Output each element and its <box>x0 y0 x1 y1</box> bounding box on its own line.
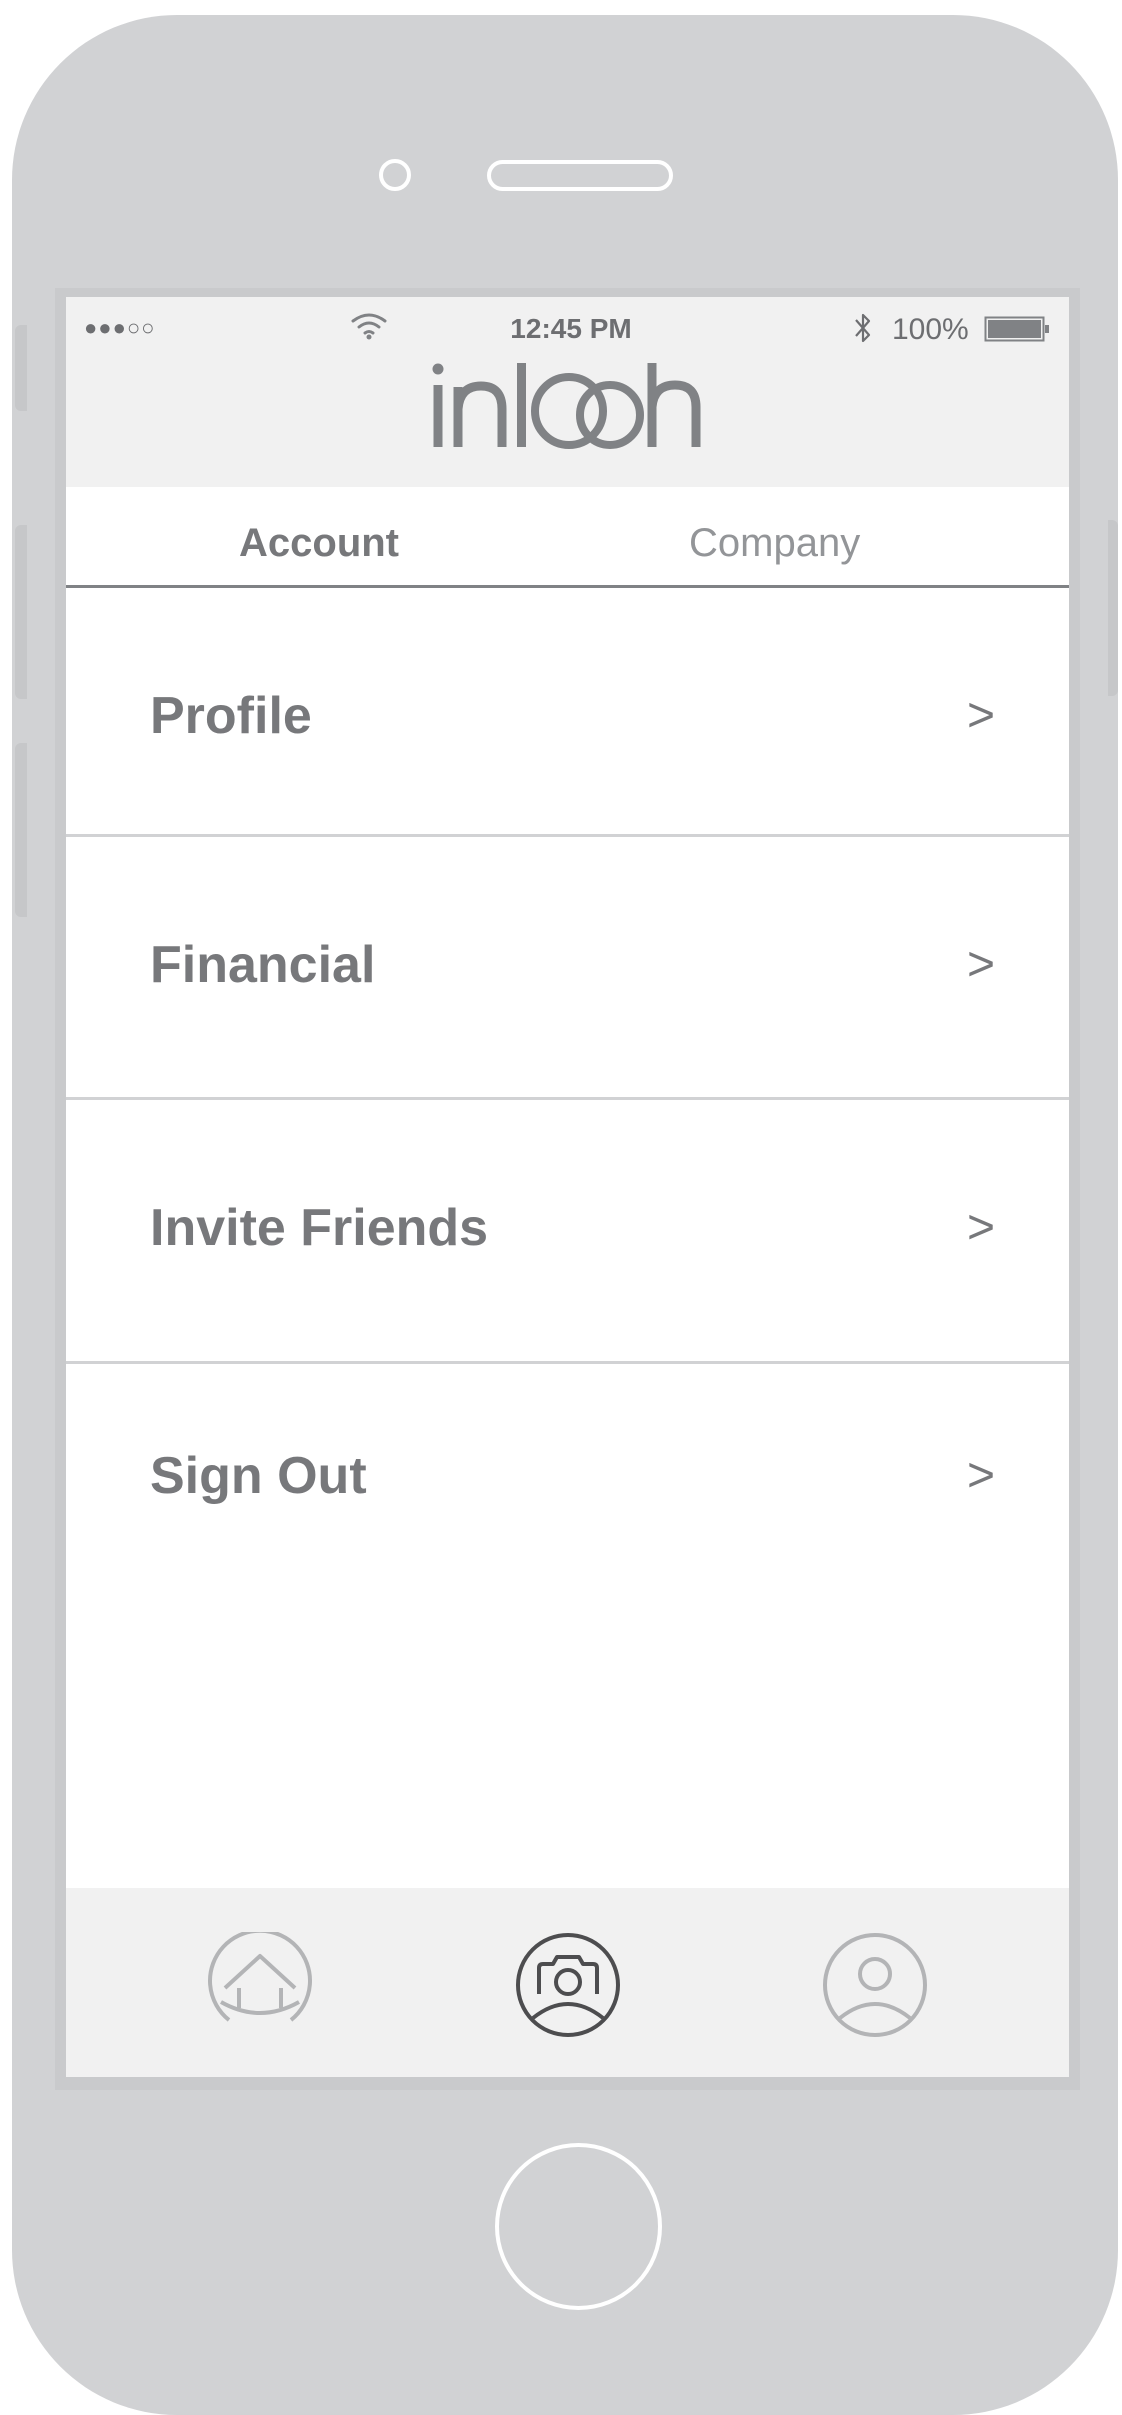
front-camera <box>379 159 411 191</box>
app-header: ●●●○○ 12:45 PM 100% <box>66 297 1069 487</box>
earpiece-speaker <box>487 160 673 191</box>
account-tabs: Account Company <box>66 487 1069 588</box>
status-time: 12:45 PM <box>510 313 632 344</box>
bottom-nav-bar <box>66 1888 1069 2077</box>
signal-strength: ●●●○○ <box>84 315 155 341</box>
menu-item-sign-out[interactable]: Sign Out > <box>66 1364 1069 1614</box>
chevron-right-icon: > <box>967 1449 996 1502</box>
battery-icon <box>984 316 1049 342</box>
chevron-right-icon: > <box>967 689 996 742</box>
nav-user-button[interactable] <box>822 1932 928 2038</box>
tab-company[interactable]: Company <box>689 521 860 566</box>
wifi-icon <box>351 313 387 340</box>
nav-camera-button[interactable] <box>515 1932 621 2038</box>
app-screen: ●●●○○ 12:45 PM 100% Account Company Prof… <box>66 297 1069 2077</box>
menu-item-label: Sign Out <box>150 1447 367 1505</box>
user-icon <box>823 1933 927 2037</box>
menu-item-financial[interactable]: Financial > <box>66 837 1069 1099</box>
menu-item-invite-friends[interactable]: Invite Friends > <box>66 1100 1069 1362</box>
chevron-right-icon: > <box>967 1201 996 1254</box>
home-hardware-button[interactable] <box>495 2143 662 2310</box>
inlooh-logo <box>432 363 701 449</box>
nav-home-button[interactable] <box>207 1932 313 2038</box>
menu-item-label: Invite Friends <box>150 1199 489 1257</box>
tab-account[interactable]: Account <box>239 521 399 566</box>
volume-down-button <box>15 743 27 917</box>
menu-item-profile[interactable]: Profile > <box>66 588 1069 837</box>
battery-percentage: 100% <box>892 313 969 346</box>
power-button <box>1108 520 1118 696</box>
bluetooth-icon <box>855 313 871 343</box>
signal-dots: ●●●○○ <box>84 315 156 340</box>
camera-icon <box>516 1933 620 2037</box>
menu-item-label: Financial <box>150 936 376 994</box>
chevron-right-icon: > <box>967 938 996 991</box>
mute-switch <box>15 325 27 411</box>
menu-item-label: Profile <box>150 687 312 745</box>
volume-up-button <box>15 525 27 699</box>
home-icon <box>208 1932 312 2022</box>
